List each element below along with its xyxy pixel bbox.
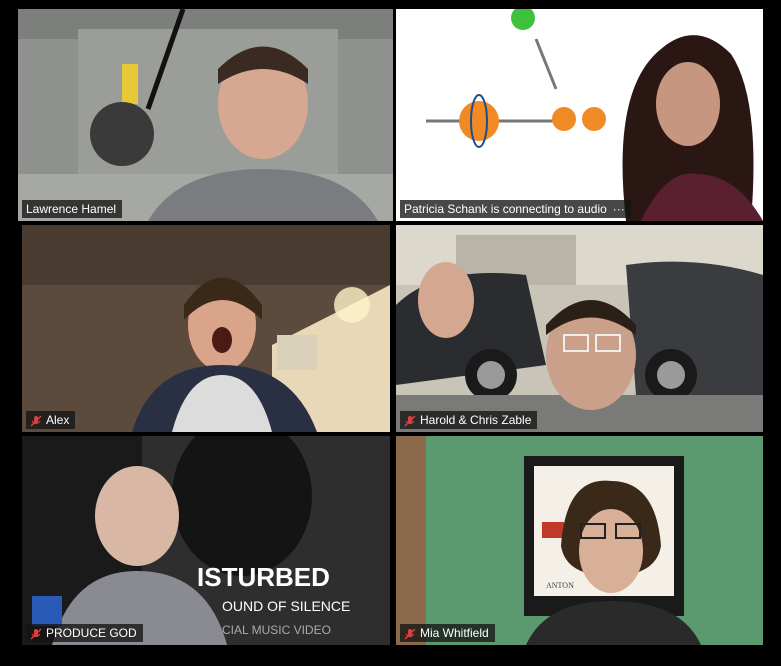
participant-name: Patricia Schank is connecting to audio	[404, 202, 607, 216]
participant-name-tag: Patricia Schank is connecting to audio ·…	[400, 200, 631, 218]
video-tile-alex[interactable]: Alex	[22, 225, 390, 432]
participant-video	[396, 9, 763, 221]
muted-microphone-icon	[404, 414, 416, 427]
poster-subtitle: OUND OF SILENCE	[222, 598, 350, 614]
muted-microphone-icon	[30, 414, 42, 427]
video-tile-patricia-schank[interactable]: Patricia Schank is connecting to audio ·…	[396, 9, 763, 221]
poster-caption: CIAL MUSIC VIDEO	[222, 623, 331, 637]
participant-video: ISTURBED OUND OF SILENCE CIAL MUSIC VIDE…	[22, 436, 390, 645]
participant-name: Harold & Chris Zable	[420, 413, 532, 427]
participant-name: Mia Whitfield	[420, 626, 489, 640]
participant-name-tag: Harold & Chris Zable	[400, 411, 538, 429]
participant-video: ANTON	[396, 436, 763, 645]
video-tile-produce-god[interactable]: ISTURBED OUND OF SILENCE CIAL MUSIC VIDE…	[22, 436, 390, 645]
poster-text: ANTON	[546, 581, 574, 590]
participant-name-tag: Alex	[26, 411, 76, 429]
participant-name: Lawrence Hamel	[26, 202, 117, 216]
participant-video	[18, 9, 393, 221]
participant-video	[396, 225, 763, 432]
muted-microphone-icon	[30, 627, 42, 640]
muted-microphone-icon	[404, 627, 416, 640]
participant-name-tag: Mia Whitfield	[400, 624, 495, 642]
video-tile-harold-chris-zable[interactable]: Harold & Chris Zable	[396, 225, 763, 432]
participant-video	[22, 225, 390, 432]
video-gallery-grid: Lawrence Hamel Patricia Schank is connec…	[0, 0, 781, 666]
participant-name: PRODUCE GOD	[46, 626, 137, 640]
connecting-ellipsis: ···	[612, 202, 625, 216]
participant-name-tag: PRODUCE GOD	[26, 624, 143, 642]
video-tile-mia-whitfield[interactable]: ANTON Mia Whitfield	[396, 436, 763, 645]
participant-name: Alex	[46, 413, 70, 427]
participant-name-tag: Lawrence Hamel	[22, 200, 123, 218]
poster-title: ISTURBED	[197, 562, 330, 592]
video-tile-lawrence-hamel[interactable]: Lawrence Hamel	[18, 9, 393, 221]
